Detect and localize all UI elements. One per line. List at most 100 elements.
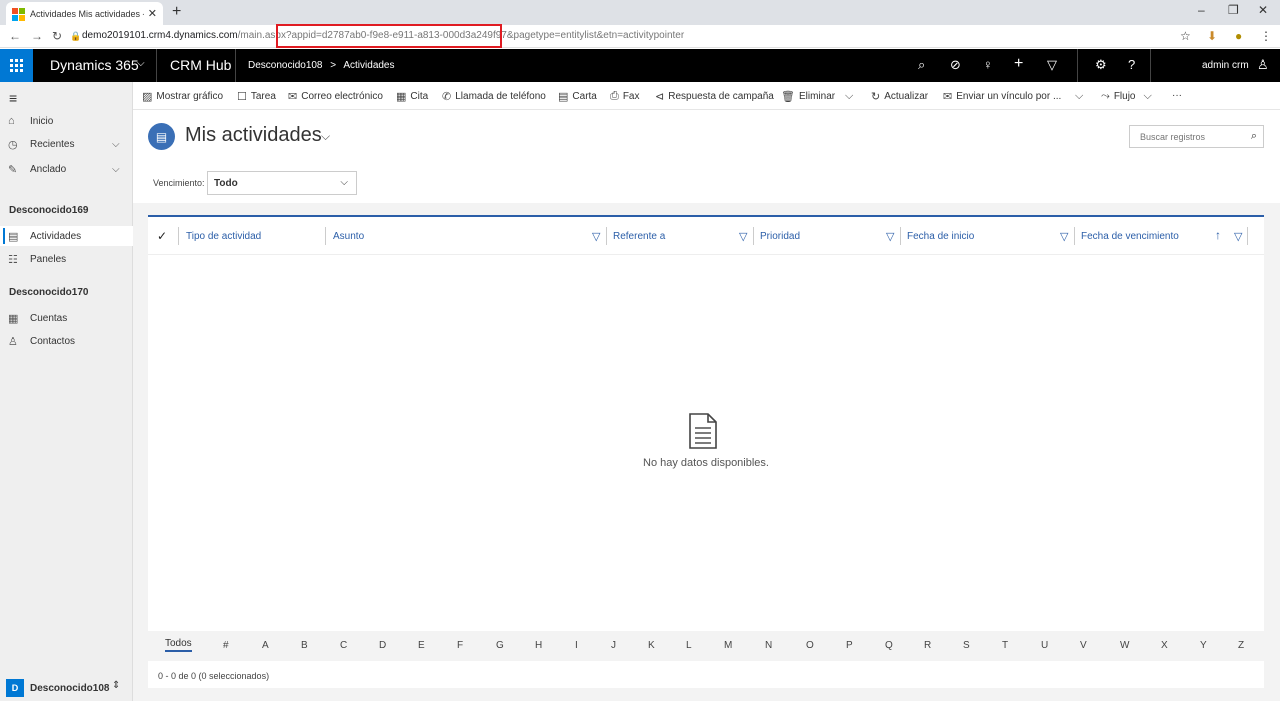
plus-icon[interactable]: + [1014, 55, 1023, 73]
reload-icon[interactable]: ↻ [52, 29, 62, 43]
search-box[interactable]: ⌕ [1129, 125, 1264, 148]
close-tab-icon[interactable]: ✕ [148, 7, 157, 20]
jump-letter[interactable]: N [765, 640, 772, 651]
filter-icon[interactable]: ▽ [1047, 57, 1057, 73]
jump-letter[interactable]: V [1080, 640, 1087, 651]
help-icon[interactable]: ? [1128, 57, 1135, 72]
due-filter-select[interactable]: Todo ⌵ [207, 171, 357, 195]
new-letter-button[interactable]: ▤ Carta [558, 90, 597, 103]
browser-tab[interactable]: Actividades Mis actividades - Mi ✕ [6, 2, 163, 25]
jump-letter[interactable]: W [1120, 640, 1129, 651]
jump-letter[interactable]: L [686, 640, 692, 651]
jump-letter[interactable]: F [457, 640, 463, 651]
column-header-asunto[interactable]: Asunto [333, 231, 364, 242]
nav-item-actividades[interactable]: ▤ Actividades [8, 230, 81, 243]
filter-icon[interactable]: ▽ [592, 230, 600, 243]
new-email-button[interactable]: ✉ Correo electrónico [288, 90, 383, 103]
new-phone-call-button[interactable]: ✆ Llamada de teléfono [442, 90, 546, 103]
user-icon[interactable]: ♙ [1257, 57, 1269, 73]
jump-letter[interactable]: K [648, 640, 655, 651]
new-tab-button[interactable]: + [172, 3, 181, 21]
filter-icon[interactable]: ▽ [739, 230, 747, 243]
app-launcher-icon[interactable] [0, 49, 33, 82]
jump-letter[interactable]: M [724, 640, 732, 651]
email-link-dropdown-chevron[interactable]: ⌵ [1075, 90, 1087, 103]
jump-letter[interactable]: J [611, 640, 616, 651]
jump-letter[interactable]: D [379, 640, 386, 651]
jump-letter[interactable]: E [418, 640, 425, 651]
jump-letter[interactable]: T [1002, 640, 1008, 651]
minimize-button[interactable]: – [1198, 3, 1205, 17]
new-appointment-button[interactable]: ▦ Cita [396, 90, 428, 103]
column-header-referente[interactable]: Referente a [613, 231, 665, 242]
jump-letter[interactable]: X [1161, 640, 1168, 651]
jump-letter[interactable]: Z [1238, 640, 1244, 651]
sort-ascending-icon[interactable]: ↑ [1215, 228, 1221, 242]
column-header-fecha-vencimiento[interactable]: Fecha de vencimiento [1081, 231, 1179, 242]
jump-letter[interactable]: I [575, 640, 578, 651]
jump-letter[interactable]: H [535, 640, 542, 651]
view-selector-chevron-icon[interactable]: ⌵ [321, 129, 330, 144]
more-commands-button[interactable]: ··· [1172, 90, 1182, 101]
search-icon[interactable]: ⌕ [1251, 130, 1257, 143]
forward-icon[interactable]: → [31, 29, 43, 43]
column-header-fecha-inicio[interactable]: Fecha de inicio [907, 231, 974, 242]
browser-menu-icon[interactable]: ⋮ [1260, 29, 1272, 43]
flow-button[interactable]: ⤳ Flujo ⌵ [1101, 90, 1156, 103]
back-icon[interactable]: ← [9, 29, 21, 43]
chevron-down-icon[interactable]: ⌵ [112, 139, 120, 150]
close-window-button[interactable]: ✕ [1258, 3, 1268, 17]
campaign-response-button[interactable]: ⊲ Respuesta de campaña [655, 90, 774, 103]
lock-icon[interactable]: 🔒 [70, 31, 81, 42]
search-icon[interactable]: ⌕ [918, 57, 925, 73]
refresh-button[interactable]: ↻ Actualizar [871, 90, 928, 103]
jump-letter[interactable]: O [806, 640, 814, 651]
jump-letter[interactable]: U [1041, 640, 1048, 651]
jump-letter[interactable]: P [846, 640, 853, 651]
new-task-button[interactable]: ☐ Tarea [237, 90, 276, 103]
nav-item-recientes[interactable]: ◷ Recientes [8, 138, 74, 151]
jump-letter[interactable]: C [340, 640, 347, 651]
chevron-down-icon[interactable]: ⌵ [137, 58, 145, 69]
email-link-button[interactable]: ✉ Enviar un vínculo por ... [943, 90, 1061, 103]
column-header-prioridad[interactable]: Prioridad [760, 231, 800, 242]
delete-dropdown-chevron[interactable]: ⌵ [845, 90, 857, 103]
nav-item-contactos[interactable]: ♙ Contactos [8, 335, 75, 348]
column-header-tipo[interactable]: Tipo de actividad [186, 231, 261, 242]
task-flow-icon[interactable]: ⊘ [950, 57, 961, 73]
gear-icon[interactable]: ⚙ [1095, 57, 1107, 73]
extension-icon[interactable]: ⬇ [1207, 29, 1217, 43]
jump-letter[interactable]: S [963, 640, 970, 651]
jump-letter[interactable]: B [301, 640, 308, 651]
breadcrumb-area[interactable]: Desconocido108 [248, 60, 323, 71]
jump-letter[interactable]: R [924, 640, 931, 651]
hamburger-menu-icon[interactable]: ≡ [9, 90, 17, 106]
lightbulb-icon[interactable]: ♀ [983, 57, 993, 72]
bookmark-star-icon[interactable]: ☆ [1180, 29, 1191, 43]
jump-letter[interactable]: G [496, 640, 504, 651]
jump-letter[interactable]: Q [885, 640, 893, 651]
jump-letter[interactable]: # [223, 640, 229, 651]
app-name[interactable]: CRM Hub [170, 57, 231, 73]
jump-letter[interactable]: Y [1200, 640, 1207, 651]
nav-item-anclado[interactable]: ✎ Anclado [8, 163, 66, 176]
jump-letter[interactable]: A [262, 640, 269, 651]
nav-item-paneles[interactable]: ☷ Paneles [8, 253, 66, 266]
area-switcher[interactable]: D Desconocido108 ⇕ [0, 675, 133, 701]
restore-button[interactable]: ❐ [1228, 3, 1239, 17]
chevron-down-icon[interactable]: ⌵ [112, 164, 120, 175]
breadcrumb-entity[interactable]: Actividades [343, 60, 394, 71]
show-chart-button[interactable]: ▨ Mostrar gráfico [142, 90, 223, 103]
filter-icon[interactable]: ▽ [1234, 230, 1242, 243]
nav-item-cuentas[interactable]: ▦ Cuentas [8, 312, 67, 325]
filter-icon[interactable]: ▽ [1060, 230, 1068, 243]
user-name[interactable]: admin crm [1202, 60, 1249, 71]
jump-todos[interactable]: Todos [165, 638, 192, 652]
nav-item-inicio[interactable]: ⌂ Inicio [8, 115, 53, 127]
delete-button[interactable]: 🗑 Eliminar [781, 90, 835, 103]
search-input[interactable] [1130, 126, 1240, 147]
brand-title[interactable]: Dynamics 365 [50, 57, 139, 73]
chevron-updown-icon[interactable]: ⇕ [112, 680, 120, 691]
filter-icon[interactable]: ▽ [886, 230, 894, 243]
profile-icon[interactable]: ● [1235, 29, 1242, 43]
